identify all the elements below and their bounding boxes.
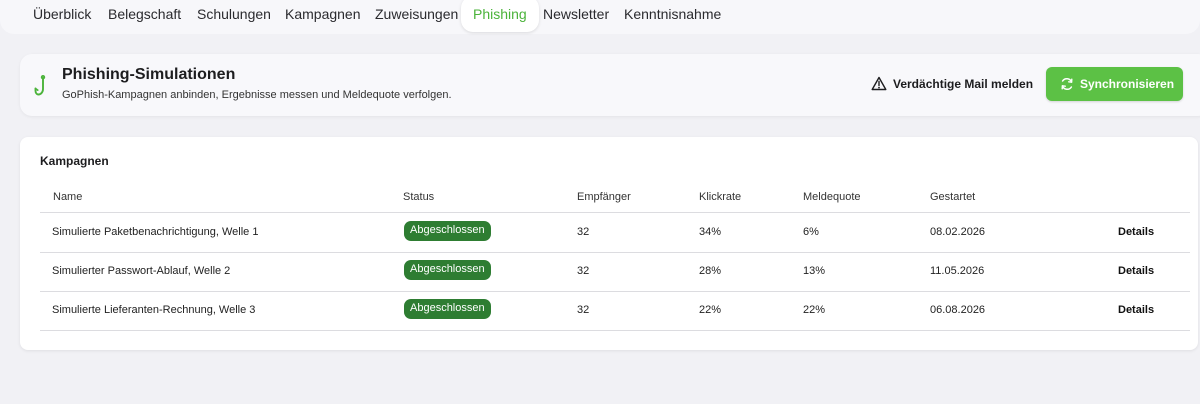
click-rate-value: 22%: [699, 304, 722, 316]
column-header-name[interactable]: Name: [53, 191, 82, 203]
tab-ueberblick[interactable]: Überblick: [33, 0, 91, 32]
tab-zuweisungen[interactable]: Zuweisungen: [375, 0, 458, 32]
details-link[interactable]: Details: [1118, 226, 1154, 238]
tab-phishing[interactable]: Phishing: [461, 0, 539, 32]
tab-belegschaft[interactable]: Belegschaft: [108, 0, 181, 32]
recipients-value: 32: [577, 304, 590, 316]
click-rate-value: 28%: [699, 265, 722, 277]
campaign-name: Simulierte Lieferanten-Rechnung, Welle 3: [52, 304, 256, 316]
recipients-value: 32: [577, 265, 590, 277]
report-rate-value: 13%: [803, 265, 826, 277]
campaign-name: Simulierte Paketbenachrichtigung, Welle …: [52, 226, 259, 238]
card-title: Kampagnen: [40, 154, 109, 168]
column-header-status[interactable]: Status: [403, 191, 434, 203]
tab-kenntnisnahme[interactable]: Kenntnisnahme: [624, 0, 721, 32]
status-badge: Abgeschlossen: [404, 221, 491, 241]
page-title: Phishing-Simulationen: [62, 66, 236, 83]
click-rate-value: 34%: [699, 226, 722, 238]
started-date: 06.08.2026: [930, 304, 986, 316]
warning-triangle-icon: [871, 76, 887, 91]
page-subtitle: GoPhish-Kampagnen anbinden, Ergebnisse m…: [62, 89, 452, 101]
tab-kampagnen[interactable]: Kampagnen: [285, 0, 361, 32]
started-date: 11.05.2026: [930, 265, 985, 277]
fish-hook-icon: [34, 75, 46, 96]
report-button-label: Verdächtige Mail melden: [893, 77, 1034, 91]
sync-button-label: Synchronisieren: [1080, 77, 1175, 91]
top-tab-bar: Überblick Belegschaft Schulungen Kampagn…: [0, 0, 1200, 34]
table-row[interactable]: Simulierte Lieferanten-Rechnung, Welle 3…: [40, 291, 1190, 330]
details-link[interactable]: Details: [1118, 265, 1154, 277]
page-header: Phishing-Simulationen GoPhish-Kampagnen …: [20, 54, 1200, 116]
report-rate-value: 6%: [803, 226, 819, 238]
status-badge: Abgeschlossen: [404, 260, 491, 280]
report-rate-value: 22%: [803, 304, 826, 316]
table-row[interactable]: Simulierter Passwort-Ablauf, Welle 2 Abg…: [40, 252, 1190, 291]
campaigns-card: Kampagnen Name Status Empfänger Klickrat…: [20, 137, 1198, 350]
refresh-icon: [1061, 77, 1073, 91]
column-header-recipients[interactable]: Empfänger: [577, 191, 631, 203]
details-link[interactable]: Details: [1118, 304, 1154, 316]
table-divider: [40, 330, 1190, 331]
campaign-name: Simulierter Passwort-Ablauf, Welle 2: [52, 265, 231, 277]
table-row[interactable]: Simulierte Paketbenachrichtigung, Welle …: [40, 213, 1190, 252]
tab-newsletter[interactable]: Newsletter: [543, 0, 609, 32]
sync-button[interactable]: Synchronisieren: [1046, 67, 1183, 101]
column-header-click-rate[interactable]: Klickrate: [699, 191, 741, 203]
column-header-report-rate[interactable]: Meldequote: [803, 191, 861, 203]
recipients-value: 32: [577, 226, 590, 238]
tab-schulungen[interactable]: Schulungen: [197, 0, 271, 32]
column-header-started[interactable]: Gestartet: [930, 191, 975, 203]
status-badge: Abgeschlossen: [404, 299, 491, 319]
started-date: 08.02.2026: [930, 226, 986, 238]
